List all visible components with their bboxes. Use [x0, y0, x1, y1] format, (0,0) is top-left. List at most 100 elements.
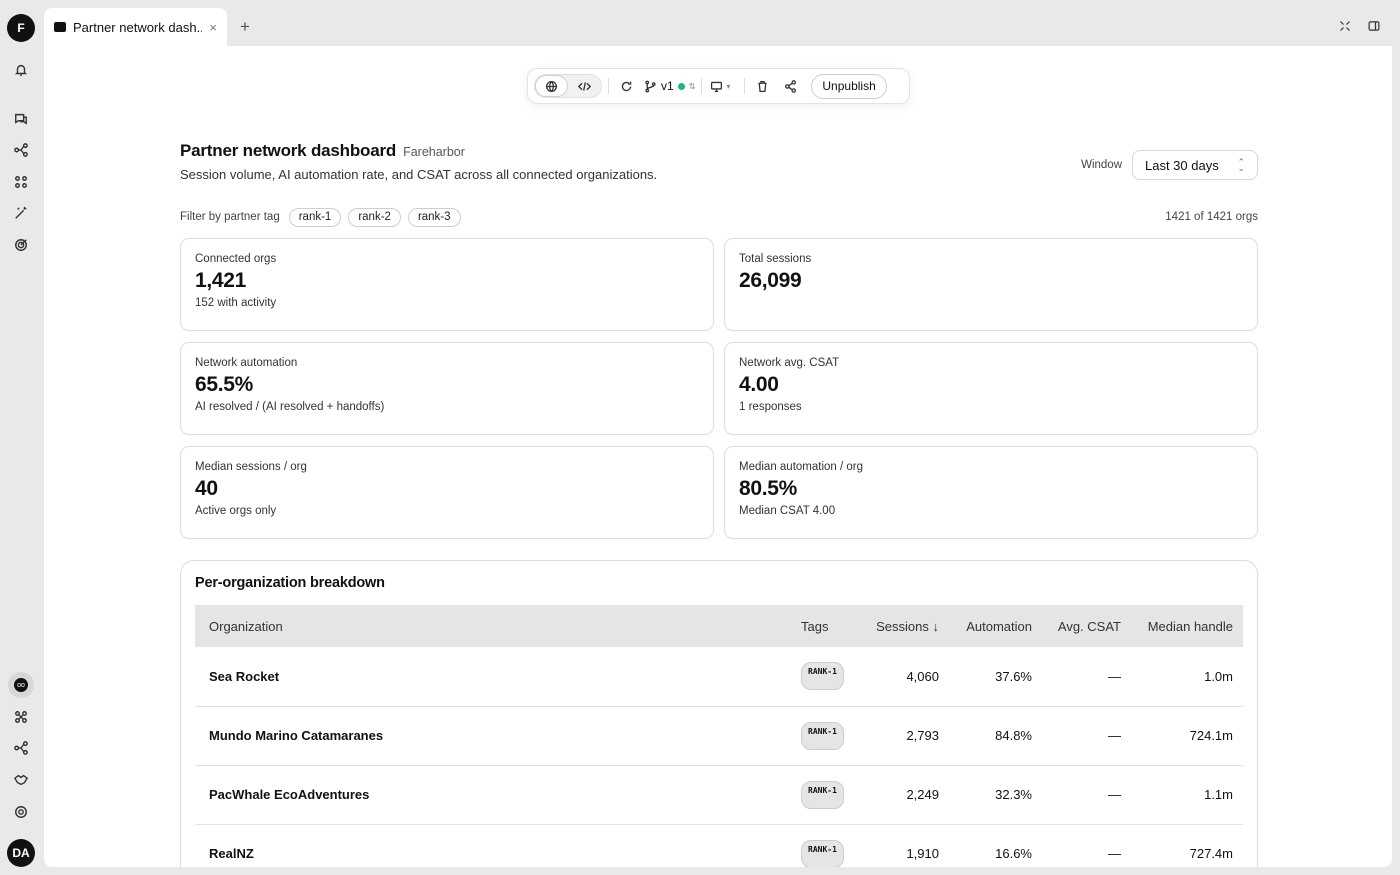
cell-sessions: 1,910: [861, 824, 949, 867]
window-label: Window: [1081, 159, 1122, 171]
kpi-label: Median automation / org: [739, 461, 864, 473]
close-icon[interactable]: ×: [209, 20, 217, 35]
window-select[interactable]: Last 30 days ⌃ ⌄: [1132, 150, 1258, 180]
cell-avg-csat: —: [1042, 765, 1131, 825]
cell-automation: 32.3%: [949, 765, 1042, 825]
table-row[interactable]: Sea Rocket RANK-1 4,060 37.6% — 1.0m: [195, 647, 1243, 707]
view-toggle: [534, 74, 602, 98]
table-row[interactable]: Mundo Marino Catamaranes RANK-1 2,793 84…: [195, 706, 1243, 766]
table-row[interactable]: PacWhale EcoAdventures RANK-1 2,249 32.3…: [195, 765, 1243, 825]
trash-icon: [758, 80, 767, 92]
cell-tags: RANK-1: [791, 647, 861, 707]
code-view-button[interactable]: [568, 75, 601, 97]
col-median-handle[interactable]: Median handle: [1131, 605, 1243, 647]
preview-toolbar: v1 ⇅ ▾ Unpublish: [527, 68, 910, 104]
chevron-updown-icon: ⌃ ⌄: [1237, 157, 1245, 173]
tag-filter-row: Filter by partner tag rank-1 rank-2 rank…: [180, 207, 1258, 227]
tag-badge: RANK-1: [801, 780, 844, 809]
kpi-value: 65.5%: [195, 373, 254, 396]
flow-icon[interactable]: [13, 142, 29, 158]
refresh-icon: [621, 81, 631, 91]
kpi-note: 152 with activity: [195, 297, 277, 309]
user-avatar[interactable]: DA: [7, 839, 35, 867]
refresh-button[interactable]: [615, 75, 637, 97]
delete-button[interactable]: [751, 75, 773, 97]
tag-chip-rank-1[interactable]: rank-1: [288, 207, 342, 227]
col-automation[interactable]: Automation: [949, 605, 1042, 647]
settings-gear-icon[interactable]: [13, 804, 29, 820]
kpi-value: 4.00: [739, 373, 779, 396]
add-tab-button[interactable]: +: [240, 17, 250, 37]
tag-badge: RANK-1: [801, 839, 844, 867]
sidebar-toggle-icon[interactable]: [1368, 19, 1382, 33]
org-count: 1421 of 1421 orgs: [1165, 211, 1258, 223]
cell-sessions: 2,793: [861, 706, 949, 766]
chevron-down-icon: ▾: [726, 81, 731, 91]
table-row[interactable]: RealNZ RANK-1 1,910 16.6% — 727.4m: [195, 824, 1243, 867]
col-organization[interactable]: Organization: [195, 605, 791, 647]
col-tags[interactable]: Tags: [791, 605, 861, 647]
globe-icon: [545, 80, 558, 92]
chat-icon[interactable]: [13, 111, 29, 127]
kpi-value: 40: [195, 477, 218, 500]
kpi-label: Network avg. CSAT: [739, 357, 840, 369]
cell-tags: RANK-1: [791, 765, 861, 825]
toolbar-divider: [744, 78, 746, 94]
cell-median-handle: 724.1m: [1131, 706, 1243, 766]
toolbar-divider: [701, 78, 703, 94]
cell-avg-csat: —: [1042, 706, 1131, 766]
magic-wand-icon[interactable]: [13, 205, 29, 221]
window-select-value: Last 30 days: [1145, 157, 1219, 173]
kpi-note: 1 responses: [739, 401, 802, 413]
toolbar-divider: [608, 78, 609, 94]
integrations-icon[interactable]: [13, 709, 29, 725]
breakdown-card: Per-organization breakdown Organization …: [180, 560, 1258, 867]
tag-chip-rank-2[interactable]: rank-2: [348, 207, 401, 227]
cell-organization: Sea Rocket: [195, 647, 791, 707]
device-selector[interactable]: ▾: [708, 75, 738, 97]
share-button[interactable]: [779, 75, 801, 97]
kpi-card-median-sessions: Median sessions / org 40 Active orgs onl…: [180, 446, 714, 539]
target-icon[interactable]: [13, 237, 29, 253]
filter-label: Filter by partner tag: [180, 211, 280, 223]
kpi-card-median-automation: Median automation / org 80.5% Median CSA…: [724, 446, 1258, 539]
handshake-icon[interactable]: [13, 772, 29, 788]
kpi-cards: Connected orgs 1,421 152 with activity T…: [180, 238, 1258, 539]
cell-median-handle: 1.1m: [1131, 765, 1243, 825]
tag-badge: RANK-1: [801, 662, 844, 691]
breakdown-table: Organization Tags Sessions ↓ Automation …: [195, 605, 1243, 867]
kpi-value: 1,421: [195, 269, 247, 292]
dashboard-content: Partner network dashboard Fareharbor Ses…: [180, 141, 1258, 867]
version-selector[interactable]: v1 ⇅: [643, 75, 695, 97]
network-icon[interactable]: [13, 740, 29, 756]
kpi-label: Connected orgs: [195, 253, 277, 265]
cell-avg-csat: —: [1042, 647, 1131, 707]
cell-sessions: 2,249: [861, 765, 949, 825]
tab-partner-dashboard[interactable]: Partner network dash... ×: [44, 8, 227, 46]
version-label: v1: [661, 79, 674, 93]
cell-automation: 16.6%: [949, 824, 1042, 867]
bell-icon[interactable]: [13, 62, 29, 78]
unpublish-button[interactable]: Unpublish: [811, 73, 887, 99]
apps-icon[interactable]: [13, 174, 29, 190]
code-icon: [578, 81, 591, 91]
tag-badge: RANK-1: [801, 721, 844, 750]
main-window: v1 ⇅ ▾ Unpublish Partner network dashboa…: [44, 46, 1392, 867]
preview-globe-button[interactable]: [535, 75, 568, 97]
assistant-icon[interactable]: oo: [8, 672, 34, 698]
monitor-icon: [708, 75, 724, 97]
share-icon: [784, 79, 796, 93]
window-control: Window Last 30 days ⌃ ⌄: [1081, 150, 1258, 180]
tag-chip-rank-3[interactable]: rank-3: [407, 207, 461, 227]
kpi-value: 26,099: [739, 269, 802, 292]
kpi-note: Median CSAT 4.00: [739, 505, 836, 517]
kpi-note: AI resolved / (AI resolved + handoffs): [195, 401, 385, 413]
cell-median-handle: 1.0m: [1131, 647, 1243, 707]
kpi-label: Network automation: [195, 357, 298, 369]
workspace-avatar[interactable]: F: [7, 14, 35, 42]
col-sessions[interactable]: Sessions ↓: [861, 605, 949, 647]
kpi-card-connected-orgs: Connected orgs 1,421 152 with activity: [180, 238, 714, 331]
branch-icon: [643, 75, 657, 97]
col-avg-csat[interactable]: Avg. CSAT: [1042, 605, 1131, 647]
collapse-icon[interactable]: [1339, 19, 1353, 33]
